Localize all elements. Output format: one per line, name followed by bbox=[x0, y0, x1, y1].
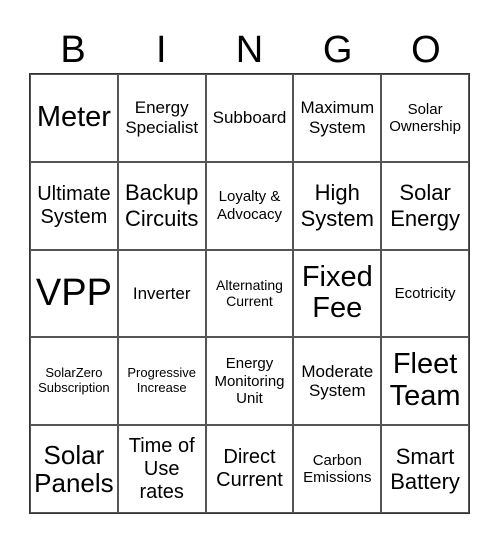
bingo-header: B I N G O bbox=[29, 28, 470, 72]
bingo-cell[interactable]: VPP bbox=[30, 249, 118, 338]
bingo-cell[interactable]: Ultimate System bbox=[30, 161, 118, 250]
bingo-cell[interactable]: Loyalty & Advocacy bbox=[205, 161, 294, 250]
bingo-cell[interactable]: Solar Ownership bbox=[381, 74, 469, 162]
header-letter-b: B bbox=[60, 29, 86, 71]
bingo-cell[interactable]: Alternating Current bbox=[205, 249, 294, 338]
bingo-cell[interactable]: Solar Energy bbox=[381, 161, 469, 250]
bingo-cell[interactable]: Direct Current bbox=[205, 425, 294, 513]
bingo-cell[interactable]: Inverter bbox=[117, 249, 206, 338]
bingo-cell[interactable]: Time of Use rates bbox=[117, 425, 206, 513]
bingo-cell[interactable]: Progressive Increase bbox=[117, 337, 206, 426]
bingo-cell[interactable]: Meter bbox=[30, 74, 118, 162]
bingo-cell[interactable]: Solar Panels bbox=[30, 425, 118, 513]
bingo-cell[interactable]: High System bbox=[293, 161, 382, 250]
header-letter-n: N bbox=[235, 29, 264, 71]
bingo-cell[interactable]: Energy Monitoring Unit bbox=[205, 337, 294, 426]
bingo-cell[interactable]: Energy Specialist bbox=[117, 74, 206, 162]
bingo-cell[interactable]: SolarZero Subscription bbox=[30, 337, 118, 426]
header-letter-g: G bbox=[322, 29, 353, 71]
bingo-grid: Meter Energy Specialist Subboard Maximum… bbox=[29, 73, 470, 514]
bingo-cell[interactable]: Backup Circuits bbox=[117, 161, 206, 250]
header-letter-o: O bbox=[411, 29, 441, 71]
bingo-cell[interactable]: Fleet Team bbox=[381, 337, 469, 426]
bingo-cell[interactable]: Moderate System bbox=[293, 337, 382, 426]
bingo-cell[interactable]: Subboard bbox=[205, 74, 294, 162]
header-letter-i: I bbox=[156, 29, 167, 71]
bingo-cell[interactable]: Fixed Fee bbox=[293, 249, 382, 338]
bingo-cell[interactable]: Carbon Emissions bbox=[293, 425, 382, 513]
bingo-cell[interactable]: Smart Battery bbox=[381, 425, 469, 513]
bingo-cell[interactable]: Ecotricity bbox=[381, 249, 469, 338]
bingo-cell[interactable]: Maximum System bbox=[293, 74, 382, 162]
